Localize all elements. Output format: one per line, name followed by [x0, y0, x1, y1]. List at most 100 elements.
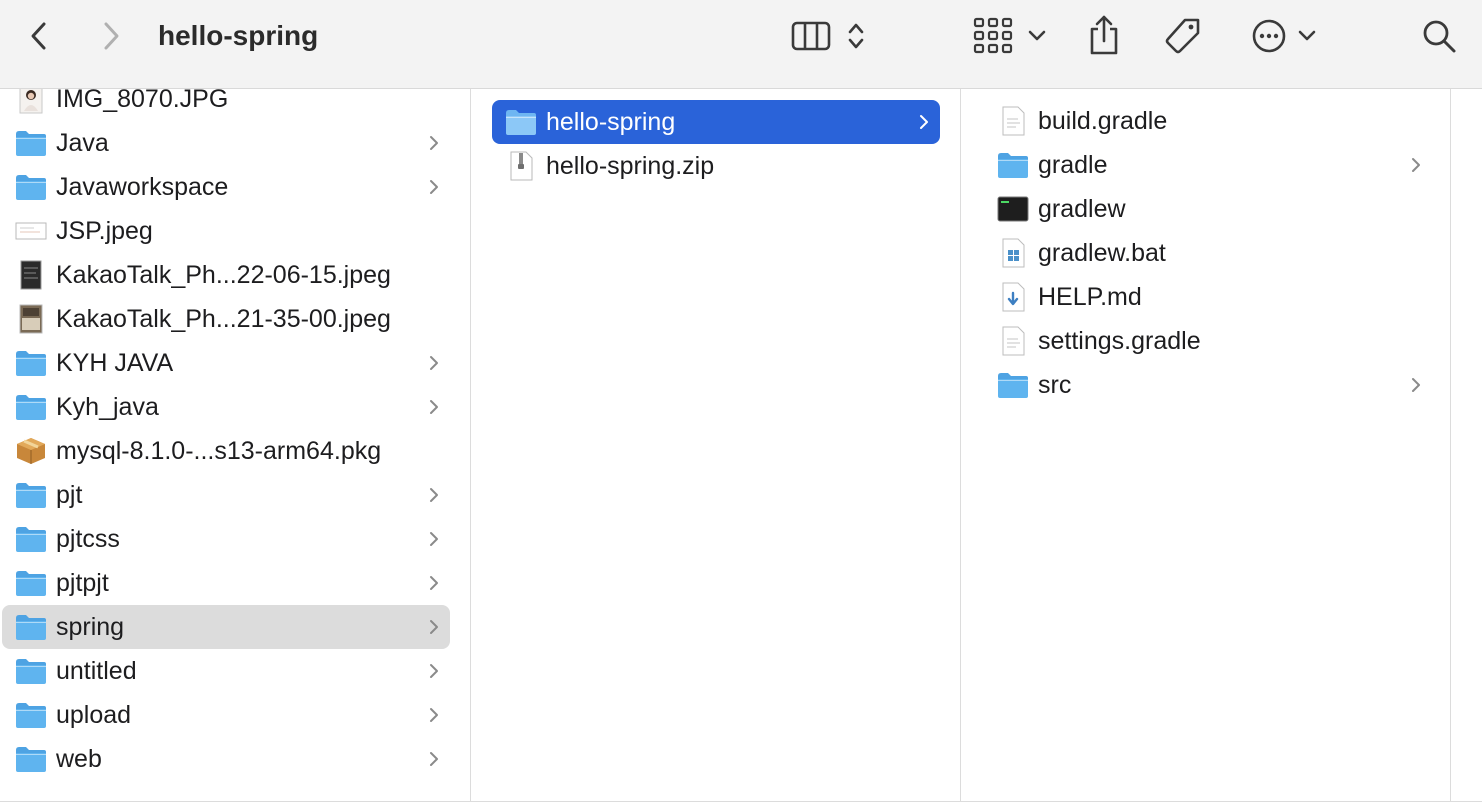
folder-item[interactable]: pjt	[2, 473, 450, 517]
item-name: Kyh_java	[56, 393, 159, 421]
item-name: KakaoTalk_Ph...21-35-00.jpeg	[56, 305, 391, 333]
chevron-right-icon	[428, 132, 440, 154]
folder-item[interactable]: gradle	[984, 143, 1432, 187]
folder-icon	[14, 128, 48, 158]
chevron-right-icon	[918, 111, 930, 133]
item-name: pjt	[56, 481, 83, 509]
toolbar: hello-spring	[0, 0, 1482, 89]
item-name: hello-spring	[546, 108, 676, 136]
item-name: pjtcss	[56, 525, 120, 553]
sort-updown-icon	[848, 23, 864, 49]
search-icon	[1423, 20, 1456, 53]
item-name: Javaworkspace	[56, 173, 229, 201]
file-item[interactable]: KakaoTalk_Ph...22-06-15.jpeg	[2, 253, 450, 297]
item-name: mysql-8.1.0-...s13-arm64.pkg	[56, 437, 382, 465]
image-photo2-icon	[14, 304, 48, 334]
folder-icon	[14, 612, 48, 642]
folder-item[interactable]: pjtcss	[2, 517, 450, 561]
folder-icon	[14, 348, 48, 378]
item-name: JSP.jpeg	[56, 217, 153, 245]
folder-item[interactable]: Javaworkspace	[2, 165, 450, 209]
item-name: Java	[56, 129, 109, 157]
folder-item[interactable]: hello-spring	[492, 100, 940, 144]
item-name: gradle	[1038, 151, 1108, 179]
text-doc-icon	[996, 106, 1030, 136]
window-title: hello-spring	[158, 20, 319, 51]
folder-item[interactable]: upload	[2, 693, 450, 737]
chevron-right-icon	[428, 704, 440, 726]
folder-item[interactable]: pjtpjt	[2, 561, 450, 605]
chevron-right-icon	[1410, 154, 1422, 176]
back-button[interactable]	[22, 18, 56, 54]
folder-icon	[14, 392, 48, 422]
item-name: hello-spring.zip	[546, 152, 715, 180]
file-item[interactable]: gradlew	[984, 187, 1432, 231]
file-item[interactable]: hello-spring.zip	[492, 144, 940, 188]
package-icon	[14, 436, 48, 466]
more-icon	[1252, 19, 1286, 53]
folder-icon	[996, 370, 1030, 400]
folder-icon	[14, 172, 48, 202]
search-button[interactable]	[1418, 14, 1460, 58]
markdown-icon	[996, 282, 1030, 312]
chevron-right-icon	[428, 528, 440, 550]
more-actions-button[interactable]	[1248, 14, 1320, 58]
item-name: web	[56, 745, 102, 773]
image-dark-icon	[14, 260, 48, 290]
chevron-right-icon	[428, 396, 440, 418]
item-name: KYH JAVA	[56, 349, 174, 377]
column-view-icon	[791, 21, 831, 51]
item-name: upload	[56, 701, 132, 729]
chevron-right-icon	[428, 660, 440, 682]
forward-icon	[104, 22, 119, 50]
chevron-right-icon	[428, 352, 440, 374]
chevron-right-icon	[428, 484, 440, 506]
file-item[interactable]: mysql-8.1.0-...s13-arm64.pkg	[2, 429, 450, 473]
file-item[interactable]: KakaoTalk_Ph...21-35-00.jpeg	[2, 297, 450, 341]
item-name: untitled	[56, 657, 137, 685]
folder-icon	[14, 700, 48, 730]
image-doc-icon	[14, 216, 48, 246]
item-name: build.gradle	[1038, 107, 1168, 135]
folder-item[interactable]: Java	[2, 121, 450, 165]
item-name: gradlew.bat	[1038, 239, 1166, 267]
image-photo-icon	[14, 89, 48, 114]
item-name: spring	[56, 613, 125, 641]
share-button[interactable]	[1084, 12, 1124, 58]
folder-icon	[14, 480, 48, 510]
folder-item[interactable]: web	[2, 737, 450, 781]
tag-icon	[1165, 18, 1200, 54]
forward-button[interactable]	[94, 18, 128, 54]
folder-icon	[14, 524, 48, 554]
folder-icon	[14, 568, 48, 598]
folder-item[interactable]: src	[984, 363, 1432, 407]
folder-item[interactable]: untitled	[2, 649, 450, 693]
folder-icon	[14, 744, 48, 774]
chevron-right-icon	[428, 176, 440, 198]
folder-item[interactable]: Kyh_java	[2, 385, 450, 429]
group-button[interactable]	[970, 14, 1050, 58]
file-item[interactable]: HELP.md	[984, 275, 1432, 319]
view-mode-button[interactable]	[788, 14, 872, 58]
folder-item[interactable]: spring	[2, 605, 450, 649]
file-item[interactable]: JSP.jpeg	[2, 209, 450, 253]
tag-button[interactable]	[1162, 14, 1204, 58]
folder-icon	[996, 150, 1030, 180]
folder-item[interactable]: KYH JAVA	[2, 341, 450, 385]
file-item[interactable]: build.gradle	[984, 99, 1432, 143]
item-name: settings.gradle	[1038, 327, 1201, 355]
file-item[interactable]: settings.gradle	[984, 319, 1432, 363]
item-name: src	[1038, 371, 1072, 399]
file-item[interactable]: IMG_8070.JPG	[2, 89, 450, 121]
terminal-icon	[996, 194, 1030, 224]
file-item[interactable]: gradlew.bat	[984, 231, 1432, 275]
group-grid-icon	[973, 17, 1013, 54]
item-name: pjtpjt	[56, 569, 109, 597]
folder-icon	[504, 107, 538, 137]
zip-icon	[504, 151, 538, 181]
chevron-down-icon	[1028, 30, 1046, 41]
chevron-right-icon	[428, 748, 440, 770]
item-name: gradlew	[1038, 195, 1126, 223]
item-name: KakaoTalk_Ph...22-06-15.jpeg	[56, 261, 391, 289]
column-3: build.gradle gradle gradlew gradlew.bat HELP…	[961, 89, 1451, 802]
